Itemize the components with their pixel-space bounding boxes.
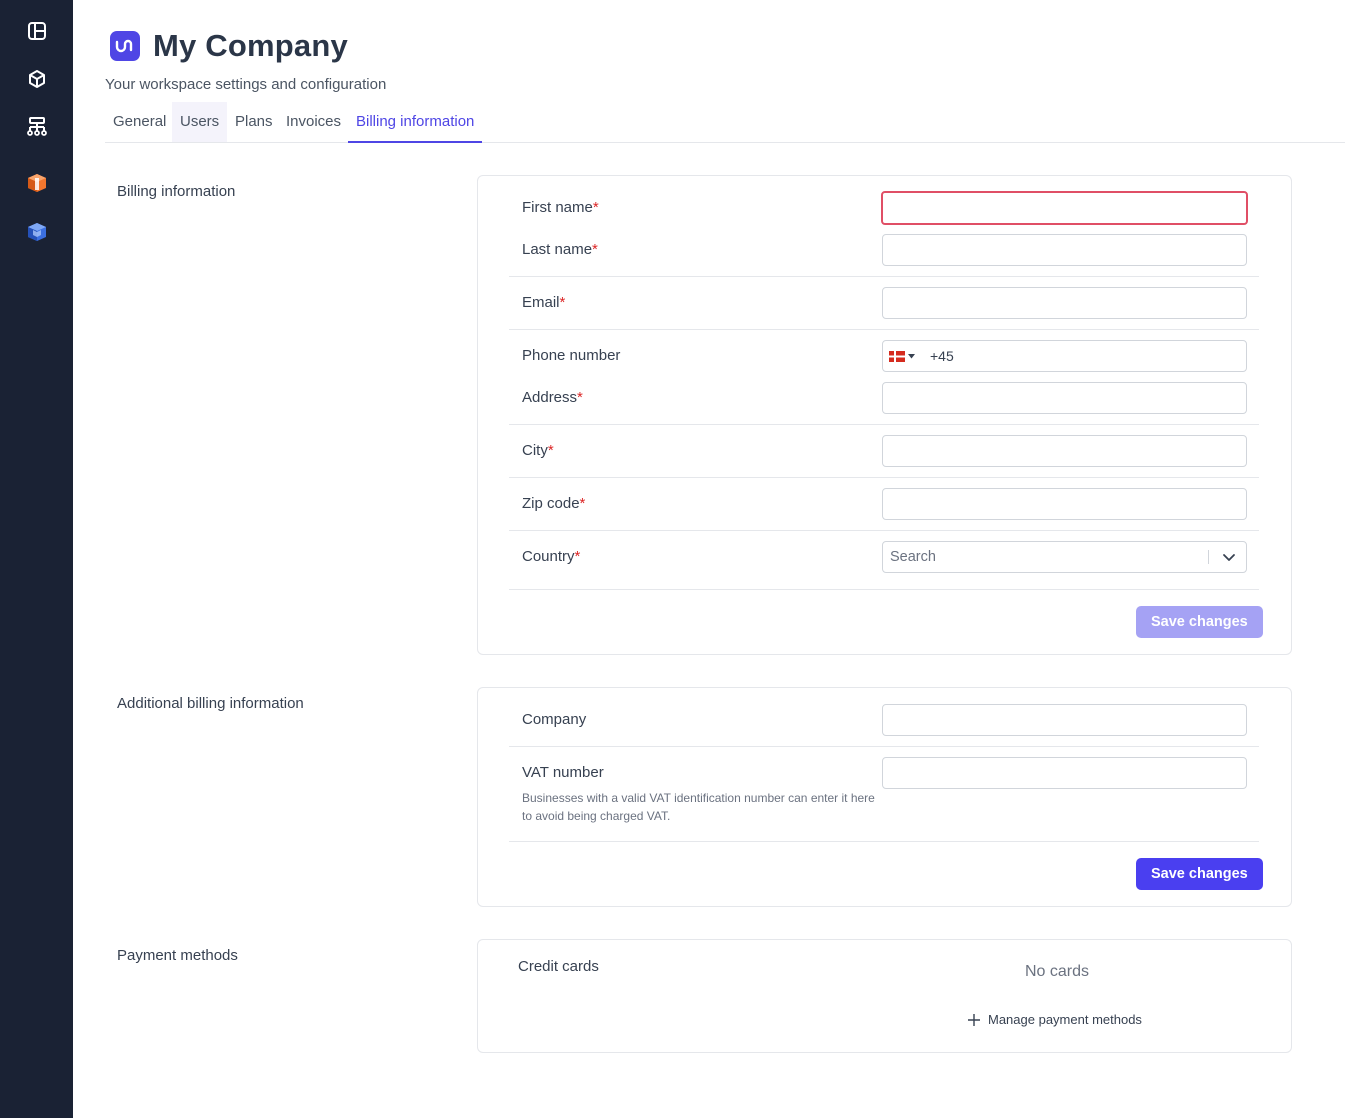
payment-methods-section-label: Payment methods (117, 947, 238, 964)
divider (509, 276, 1259, 277)
divider (509, 589, 1259, 590)
country-label: Country* (522, 548, 581, 565)
divider (509, 329, 1259, 330)
phone-row: Phone number +45 (478, 340, 1291, 372)
last-name-field[interactable] (882, 234, 1247, 266)
divider (509, 746, 1259, 747)
vat-number-label: VAT number (522, 764, 604, 781)
select-separator (1208, 550, 1209, 564)
company-label: Company (522, 711, 587, 728)
last-name-label: Last name* (522, 241, 598, 258)
country-select[interactable]: Search (882, 541, 1247, 573)
billing-section-label: Billing information (117, 183, 236, 200)
address-row: Address* (478, 382, 1291, 414)
email-row: Email* (478, 287, 1291, 319)
address-label: Address* (522, 389, 583, 406)
hierarchy-icon[interactable] (24, 114, 50, 140)
tab-plans[interactable]: Plans (227, 102, 281, 142)
tab-billing-information[interactable]: Billing information (348, 102, 483, 143)
country-row: Country* Search (478, 541, 1291, 573)
tab-users[interactable]: Users (172, 102, 228, 142)
manage-payment-methods-label: Manage payment methods (988, 1012, 1142, 1027)
blue-box-logo-icon[interactable] (24, 219, 50, 245)
payment-methods-card: Credit cards No cards Manage payment met… (477, 939, 1292, 1053)
additional-billing-section-label: Additional billing information (117, 695, 304, 712)
tab-general[interactable]: General (105, 102, 174, 142)
first-name-field[interactable] (881, 191, 1248, 225)
page-subtitle: Your workspace settings and configuratio… (105, 76, 387, 93)
first-name-row: First name* (478, 191, 1291, 225)
divider (509, 841, 1259, 842)
vat-hint: Businesses with a valid VAT identificati… (522, 791, 875, 823)
uniform-logo-icon (110, 31, 140, 61)
company-field[interactable] (882, 704, 1247, 736)
cube-icon[interactable] (24, 66, 50, 92)
additional-billing-card: Company VAT number Businesses with a val… (477, 687, 1292, 907)
dk-flag-icon (889, 350, 905, 362)
credit-cards-label: Credit cards (518, 958, 599, 975)
plus-icon (968, 1013, 980, 1026)
city-row: City* (478, 435, 1291, 467)
zip-row: Zip code* (478, 488, 1291, 520)
vat-number-field[interactable] (882, 757, 1247, 789)
vat-row: VAT number Businesses with a valid VAT i… (478, 757, 1291, 827)
main-content: My Company Your workspace settings and c… (73, 0, 1345, 1118)
tab-invoices[interactable]: Invoices (278, 102, 349, 142)
country-search-placeholder: Search (890, 549, 936, 565)
sidebar (0, 0, 73, 1118)
email-field[interactable] (882, 287, 1247, 319)
caret-down-icon (908, 353, 915, 358)
chevron-down-icon[interactable] (1222, 550, 1236, 564)
phone-number-field: +45 (882, 340, 1247, 372)
divider (509, 477, 1259, 478)
billing-card: First name* Last name* Email* Phone numb… (477, 175, 1292, 655)
divider (509, 530, 1259, 531)
zip-code-field[interactable] (882, 488, 1247, 520)
last-name-row: Last name* (478, 234, 1291, 266)
divider (509, 424, 1259, 425)
additional-save-button[interactable]: Save changes (1136, 858, 1263, 890)
phone-number-label: Phone number (522, 347, 621, 364)
company-row: Company (478, 704, 1291, 736)
tab-bar: General Users Plans Invoices Billing inf… (105, 102, 1345, 143)
zip-code-label: Zip code* (522, 495, 586, 512)
billing-save-button[interactable]: Save changes (1136, 606, 1263, 638)
phone-dial-code[interactable]: +45 (930, 341, 954, 371)
orange-box-logo-icon[interactable] (24, 170, 50, 196)
no-cards-text: No cards (1025, 963, 1090, 980)
email-label: Email* (522, 294, 566, 311)
country-code-selector[interactable] (883, 341, 921, 371)
city-field[interactable] (882, 435, 1247, 467)
city-label: City* (522, 442, 554, 459)
first-name-label: First name* (522, 199, 599, 216)
manage-payment-methods-link[interactable]: Manage payment methods (968, 1012, 1142, 1027)
layout-icon[interactable] (24, 18, 50, 44)
page-title: My Company (153, 28, 348, 63)
address-field[interactable] (882, 382, 1247, 414)
